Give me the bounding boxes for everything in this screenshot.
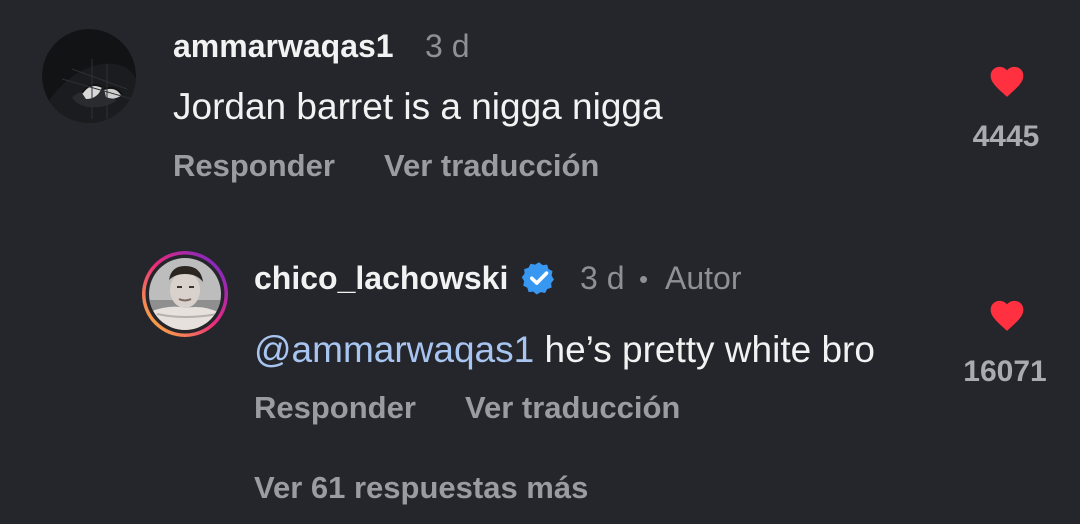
reply-button[interactable]: Responder: [254, 392, 416, 423]
like-heart-icon[interactable]: [987, 296, 1027, 332]
avatar[interactable]: [141, 250, 229, 338]
reply-text: @ammarwaqas1 he’s pretty white bro: [254, 331, 875, 368]
comments-panel: ammarwaqas1 3 d Jordan barret is a nigga…: [0, 0, 1080, 524]
translate-button[interactable]: Ver traducción: [384, 150, 599, 181]
like-count: 16071: [963, 355, 1047, 388]
translate-button[interactable]: Ver traducción: [465, 392, 680, 423]
reply-username[interactable]: chico_lachowski: [254, 262, 508, 294]
spider-mask-avatar-icon: [42, 29, 136, 123]
comment-text: Jordan barret is a nigga nigga: [173, 86, 663, 127]
avatar[interactable]: [42, 29, 136, 123]
view-more-replies-button[interactable]: Ver 61 respuestas más: [254, 472, 588, 503]
separator-dot: •: [639, 264, 649, 294]
like-count: 4445: [972, 120, 1040, 153]
like-heart-icon[interactable]: [987, 62, 1027, 98]
mention-link[interactable]: @ammarwaqas1: [254, 329, 534, 370]
verified-badge-icon: [521, 260, 557, 301]
comment-timestamp: 3 d: [425, 28, 470, 64]
reply-text-body: he’s pretty white bro: [534, 329, 875, 370]
story-ring-avatar-icon: [142, 251, 228, 337]
comment-username[interactable]: ammarwaqas1: [173, 30, 394, 62]
reply-button[interactable]: Responder: [173, 150, 335, 181]
reply-timestamp: 3 d: [580, 260, 625, 296]
author-label: Autor: [665, 260, 742, 296]
